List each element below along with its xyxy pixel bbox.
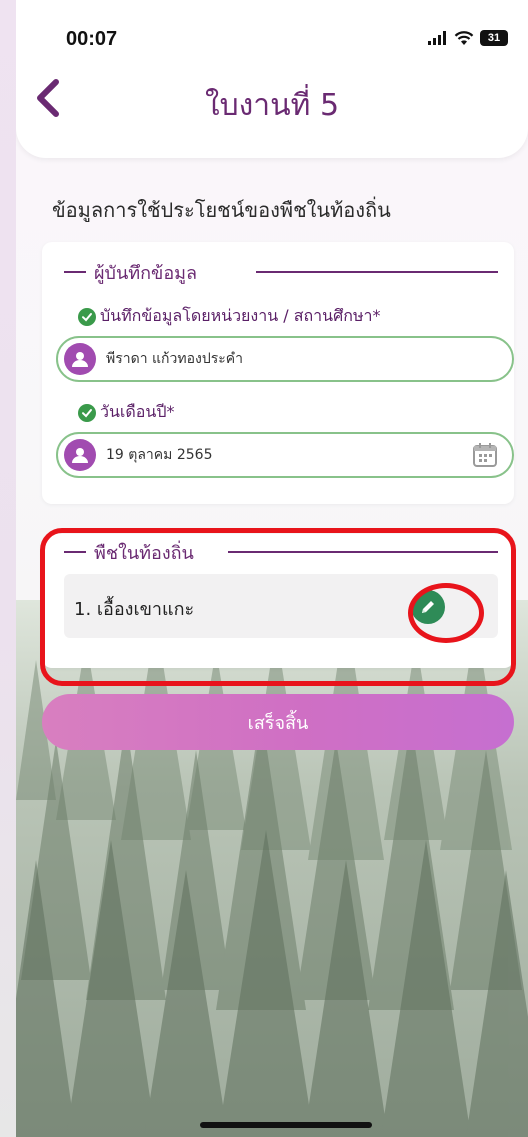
org-input[interactable]: พีราดา แก้วทองประคำ [56, 336, 514, 382]
home-indicator [200, 1122, 372, 1128]
date-value: 19 ตุลาคม 2565 [106, 447, 213, 463]
wifi-icon [454, 30, 474, 45]
user-avatar-icon [64, 343, 96, 375]
legend-line-left [64, 271, 86, 273]
status-time: 00:07 [66, 28, 118, 50]
page-title: ใบงานที่ 5 [204, 88, 340, 123]
legend-line-right [256, 271, 498, 273]
section-title: ข้อมูลการใช้ประโยชน์ของพืชในท้องถิ่น [52, 198, 391, 222]
signal-icon [428, 31, 446, 45]
check-circle-icon [78, 307, 96, 326]
calendar-icon[interactable] [472, 442, 498, 468]
org-label-text: บันทึกข้อมูลโดยหน่วยงาน / สถานศึกษา* [100, 306, 381, 325]
header-bar: 00:07 31 ใบงานที่ 5 [16, 0, 528, 158]
user-avatar-icon [64, 439, 96, 471]
highlight-circle [408, 583, 484, 643]
phone-screen: 00:07 31 ใบงานที่ 5 ข้อมูลการใช้ประโยชน์… [16, 0, 528, 1137]
date-field-label: วันเดือนปี* [78, 400, 174, 425]
status-icons: 31 [428, 30, 508, 46]
recorder-legend: ผู้บันทึกข้อมูล [88, 258, 204, 287]
check-circle-icon [78, 403, 96, 422]
status-bar: 00:07 31 [16, 0, 528, 80]
org-field-label: บันทึกข้อมูลโดยหน่วยงาน / สถานศึกษา* [78, 304, 380, 329]
date-input[interactable]: 19 ตุลาคม 2565 [56, 432, 514, 478]
date-label-text: วันเดือนปี* [100, 402, 175, 421]
battery-icon: 31 [480, 30, 508, 46]
finish-label: เสร็จสิ้น [247, 712, 309, 734]
battery-level: 31 [487, 32, 501, 44]
finish-button[interactable]: เสร็จสิ้น [42, 694, 514, 750]
left-edge-strip [0, 0, 16, 1137]
org-value: พีราดา แก้วทองประคำ [106, 351, 243, 367]
